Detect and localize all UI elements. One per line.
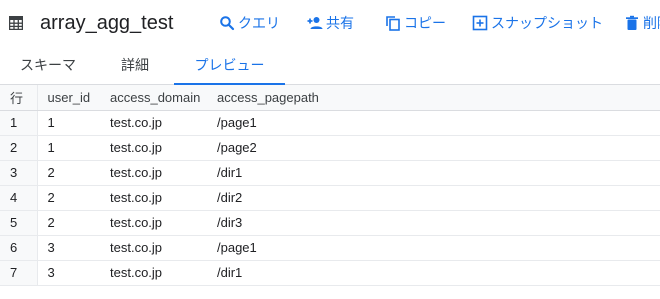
- table-title: array_agg_test: [40, 12, 174, 34]
- table-row: 5 2 test.co.jp /dir3: [0, 210, 660, 236]
- snapshot-button-label: スナップショット: [491, 15, 603, 31]
- access-pagepath-cell: /dir1: [217, 160, 660, 186]
- access-pagepath-cell: /dir3: [217, 210, 660, 236]
- share-button-label: 共有: [326, 15, 354, 31]
- access-domain-cell: test.co.jp: [110, 135, 217, 161]
- share-button[interactable]: 共有: [307, 13, 354, 33]
- copy-button-label: コピー: [404, 15, 446, 31]
- table-row: 3 2 test.co.jp /dir1: [0, 160, 660, 186]
- delete-icon: [626, 15, 638, 30]
- column-header-access-pagepath: access_pagepath: [217, 85, 660, 111]
- user-id-cell: 2: [37, 185, 110, 211]
- query-button[interactable]: クエリ: [219, 13, 280, 33]
- row-number-cell: 4: [0, 185, 38, 211]
- user-id-cell: 1: [37, 110, 110, 136]
- access-domain-cell: test.co.jp: [110, 185, 217, 211]
- table-row: 4 2 test.co.jp /dir2: [0, 185, 660, 211]
- person-add-icon: [307, 17, 323, 29]
- tab-preview[interactable]: プレビュー: [174, 47, 285, 85]
- user-id-cell: 1: [37, 135, 110, 161]
- table-icon: [9, 16, 23, 30]
- access-domain-cell: test.co.jp: [110, 210, 217, 236]
- row-number-cell: 6: [0, 235, 38, 261]
- access-pagepath-cell: /dir1: [217, 260, 660, 286]
- row-number-cell: 5: [0, 210, 38, 236]
- user-id-cell: 2: [37, 210, 110, 236]
- resource-header: array_agg_test クエリ 共有 コピー スナップショット 削: [0, 0, 660, 46]
- column-header-access-domain: access_domain: [110, 85, 217, 111]
- snapshot-icon: [472, 15, 488, 31]
- access-domain-cell: test.co.jp: [110, 160, 217, 186]
- row-number-cell: 7: [0, 260, 38, 286]
- column-header-row-number: 行: [0, 85, 38, 111]
- tab-schema[interactable]: スキーマ: [0, 47, 96, 84]
- preview-table: 行 user_id access_domain access_pagepath …: [0, 85, 660, 286]
- search-icon: [220, 16, 235, 31]
- column-header-user-id: user_id: [37, 85, 110, 111]
- row-number-cell: 1: [0, 110, 38, 136]
- row-number-cell: 3: [0, 160, 38, 186]
- table-row: 2 1 test.co.jp /page2: [0, 135, 660, 161]
- row-number-cell: 2: [0, 135, 38, 161]
- access-pagepath-cell: /dir2: [217, 185, 660, 211]
- access-pagepath-cell: /page1: [217, 235, 660, 261]
- access-domain-cell: test.co.jp: [110, 110, 217, 136]
- user-id-cell: 3: [37, 235, 110, 261]
- table-header-row: 行 user_id access_domain access_pagepath: [0, 85, 660, 111]
- access-domain-cell: test.co.jp: [110, 260, 217, 286]
- access-domain-cell: test.co.jp: [110, 235, 217, 261]
- snapshot-button[interactable]: スナップショット: [472, 13, 603, 33]
- user-id-cell: 2: [37, 160, 110, 186]
- copy-button[interactable]: コピー: [385, 13, 446, 33]
- delete-button[interactable]: 削除: [624, 13, 660, 33]
- delete-button-label: 削除: [643, 15, 660, 31]
- table-row: 1 1 test.co.jp /page1: [0, 110, 660, 136]
- access-pagepath-cell: /page2: [217, 135, 660, 161]
- tab-bar: スキーマ 詳細 プレビュー: [0, 47, 660, 85]
- user-id-cell: 3: [37, 260, 110, 286]
- access-pagepath-cell: /page1: [217, 110, 660, 136]
- copy-icon: [386, 16, 400, 31]
- table-row: 6 3 test.co.jp /page1: [0, 235, 660, 261]
- query-button-label: クエリ: [238, 15, 280, 31]
- tab-details[interactable]: 詳細: [96, 47, 174, 84]
- table-row: 7 3 test.co.jp /dir1: [0, 260, 660, 286]
